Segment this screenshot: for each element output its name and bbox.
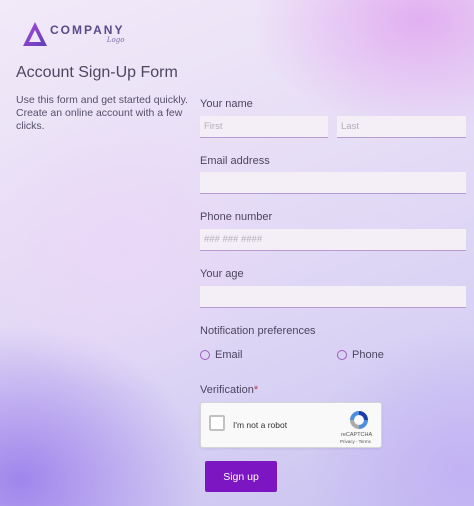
recaptcha-brand: reCAPTCHA (341, 432, 373, 438)
radio-phone-label: Phone (352, 349, 384, 361)
intro-text: Use this form and get started quickly. C… (16, 94, 188, 133)
sign-up-button[interactable]: Sign up (205, 461, 277, 492)
recaptcha-logo-icon (350, 411, 368, 429)
recaptcha-links[interactable]: Privacy - Terms (340, 439, 371, 444)
phone-placeholder: ### ### #### (204, 234, 263, 245)
recaptcha-checkbox[interactable] (209, 415, 225, 431)
age-input[interactable] (200, 286, 466, 308)
phone-input[interactable]: ### ### #### (200, 229, 466, 251)
name-label: Your name (200, 98, 253, 110)
email-label: Email address (200, 155, 270, 167)
verification-label: Verification* (200, 384, 258, 396)
radio-email-label: Email (215, 349, 243, 361)
logo-sub-text: Logo (106, 36, 125, 44)
required-asterisk: * (253, 384, 259, 396)
company-logo: COMPANY Logo (22, 20, 124, 48)
notification-label: Notification preferences (200, 325, 316, 337)
page-title: Account Sign-Up Form (16, 64, 178, 81)
radio-email[interactable]: Email (200, 349, 243, 361)
phone-label: Phone number (200, 211, 273, 223)
recaptcha-label: I'm not a robot (233, 420, 288, 430)
logo-triangle-icon (23, 22, 47, 46)
radio-phone[interactable]: Phone (337, 349, 384, 361)
radio-circle-icon[interactable] (200, 350, 210, 360)
logo-company-text: COMPANY (50, 23, 125, 37)
last-name-placeholder: Last (341, 121, 359, 132)
age-label: Your age (200, 268, 244, 280)
first-name-input[interactable]: First (200, 116, 328, 138)
radio-circle-icon[interactable] (337, 350, 347, 360)
recaptcha-widget: I'm not a robot reCAPTCHA Privacy - Term… (200, 402, 382, 448)
email-input[interactable] (200, 172, 466, 194)
verification-label-text: Verification (200, 384, 254, 396)
last-name-input[interactable]: Last (337, 116, 466, 138)
first-name-placeholder: First (204, 121, 223, 132)
